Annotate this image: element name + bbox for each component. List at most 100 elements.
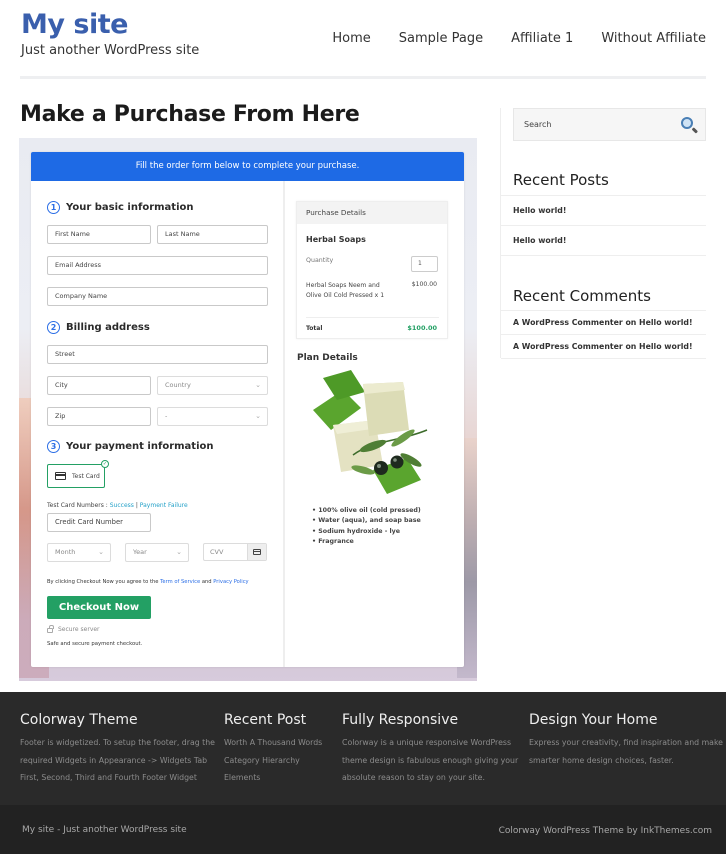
agree-and: and [201,579,212,585]
success-link[interactable]: Success [110,502,134,509]
footer-text: absolute reason to stay on your site. [342,773,485,783]
footer-site-credit[interactable]: My site - Just another WordPress site [22,825,187,835]
footer-col-design-home: Design Your Home Express your creativity… [529,712,723,769]
terms-link[interactable]: Term of Service [160,579,200,585]
page-title: Make a Purchase From Here [20,102,360,127]
privacy-link[interactable]: Privacy Policy [213,579,248,585]
main-nav: Home Sample Page Affiliate 1 Without Aff… [332,31,706,46]
terms-agreement: By clicking Checkout Now you agree to th… [47,579,249,585]
form-column-divider [283,181,285,667]
recent-comment-link[interactable]: A WordPress Commenter on Hello world! [513,342,693,351]
month-select-value: Month [55,548,76,556]
recent-post-link[interactable]: Hello world! [513,206,566,215]
cvv-card-button[interactable] [247,544,266,560]
country-select[interactable]: Country ⌄ [157,376,268,395]
site-title[interactable]: My site [21,9,128,40]
year-select[interactable]: Year ⌄ [125,543,189,562]
plan-feature: Sodium hydroxide - lye [312,527,421,537]
search-icon[interactable] [681,117,693,129]
widget-divider [501,310,706,311]
separator: | [135,502,138,509]
chevron-down-icon: ⌄ [98,548,104,556]
nav-home[interactable]: Home [332,31,370,46]
footer-text: smarter home design choices, faster. [529,755,674,765]
last-name-field[interactable]: Last Name [157,225,268,244]
header-divider [20,76,706,79]
widget-divider [501,225,706,226]
total-amount: $100.00 [407,324,437,332]
cvv-field[interactable]: CVV [203,543,267,561]
line-item-description: Herbal Soaps Neem and Olive Oil Cold Pre… [306,282,385,299]
footer-widgets: Colorway Theme Footer is widgetized. To … [0,692,726,805]
step-billing: 2 Billing address [47,321,150,334]
zip-field[interactable]: Zip [47,407,151,426]
footer-post-link[interactable]: Worth A Thousand Words [224,734,322,752]
state-select-value: - [165,412,168,420]
form-banner: Fill the order form below to complete yo… [31,152,464,181]
checkout-button[interactable]: Checkout Now [47,596,151,619]
month-select[interactable]: Month ⌄ [47,543,111,562]
search-input[interactable] [514,109,674,140]
step-title: Billing address [66,322,150,333]
footer-col-title: Design Your Home [529,712,658,728]
purchase-divider [306,317,439,318]
plan-details-title: Plan Details [297,353,358,363]
recent-comments-title: Recent Comments [513,287,651,305]
footer-col-title: Fully Responsive [342,712,459,728]
street-field[interactable]: Street [47,345,268,364]
footer-text: First, Second, Third and Fourth Footer W… [20,773,197,783]
total-label: Total [306,325,323,332]
city-field[interactable]: City [47,376,151,395]
footer-col-title: Colorway Theme [20,712,138,728]
nav-without-affiliate[interactable]: Without Affiliate [601,31,706,46]
payment-failure-link[interactable]: Payment Failure [140,502,188,509]
step-title: Your payment information [66,441,214,452]
footer-col-colorway: Colorway Theme Footer is widgetized. To … [20,712,215,787]
plan-features: 100% olive oil (cold pressed) Water (aqu… [312,506,421,547]
line-item-price: $100.00 [411,281,437,288]
test-card-numbers: Test Card Numbers : Success | Payment Fa… [47,502,188,509]
nav-affiliate-1[interactable]: Affiliate 1 [511,31,573,46]
credit-card-icon [253,549,261,555]
step-title: Your basic information [66,202,194,213]
footer-theme-credit[interactable]: Colorway WordPress Theme by InkThemes.co… [499,826,712,836]
site-tagline: Just another WordPress site [21,43,200,58]
footer-post-link[interactable]: Category Hierarchy [224,752,322,770]
country-select-value: Country [165,381,191,389]
plan-feature: Water (aqua), and soap base [312,516,421,526]
widget-divider [501,334,706,335]
step-payment: 3 Your payment information [47,440,214,453]
nav-sample-page[interactable]: Sample Page [399,31,483,46]
sidebar-divider [500,108,501,358]
order-form: Fill the order form below to complete yo… [31,152,464,667]
year-select-value: Year [133,548,147,556]
secure-server: Secure server [47,625,100,633]
step-basic-info: 1 Your basic information [47,201,194,214]
test-card-numbers-label: Test Card Numbers : [47,502,108,509]
first-name-field[interactable]: First Name [47,225,151,244]
credit-card-field[interactable]: Credit Card Number [47,513,151,532]
product-image [313,370,428,494]
footer-post-link[interactable]: Elements [224,769,322,787]
footer-col-responsive: Fully Responsive Colorway is a unique re… [342,712,518,787]
check-icon: ✓ [101,460,109,468]
chevron-down-icon: ⌄ [176,548,182,556]
state-select[interactable]: - ⌄ [157,407,268,426]
purchase-details-heading: Purchase Details [297,202,447,224]
footer-text: required Widgets in Appearance -> Widget… [20,755,208,765]
recent-post-link[interactable]: Hello world! [513,236,566,245]
widget-divider [501,195,706,196]
cvv-placeholder: CVV [210,548,224,556]
footer-bottom-bar: My site - Just another WordPress site Co… [0,805,726,854]
email-field[interactable]: Email Address [47,256,268,275]
footer-col-title: Recent Post [224,712,307,728]
company-field[interactable]: Company Name [47,287,268,306]
plan-feature: 100% olive oil (cold pressed) [312,506,421,516]
footer-text: Express your creativity, find inspiratio… [529,738,723,747]
test-card-option[interactable]: Test Card ✓ [47,460,109,488]
recent-comment-link[interactable]: A WordPress Commenter on Hello world! [513,318,693,327]
plan-feature: Fragrance [312,537,421,547]
footer-col-recent-post: Recent Post Worth A Thousand Words Categ… [224,712,322,787]
quantity-label: Quantity [306,257,334,264]
quantity-input[interactable]: 1 [411,256,438,272]
